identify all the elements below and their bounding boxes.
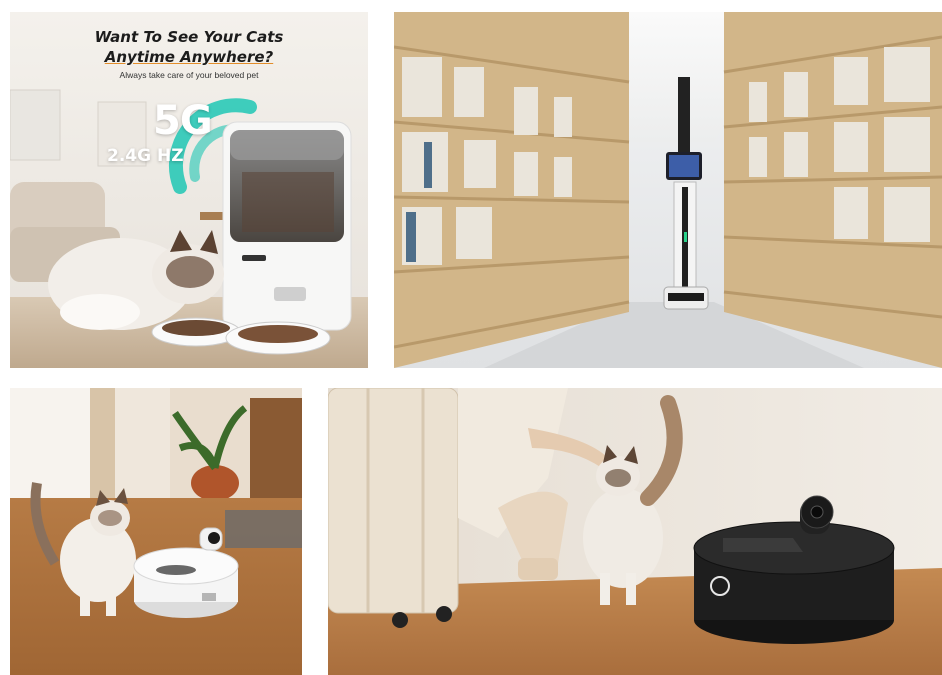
white-feeder-image	[10, 388, 302, 675]
black-feeder-panel	[328, 388, 942, 675]
library-robot-panel	[394, 12, 942, 368]
wifi-24g-label: 2.4G HZ	[107, 146, 184, 166]
ad-subtitle: Always take care of your beloved pet	[119, 70, 259, 80]
wifi-5g-label: 5G	[153, 98, 213, 144]
white-feeder-panel	[10, 388, 302, 675]
black-feeder-image	[328, 388, 942, 675]
ad-title-line2: Anytime Anywhere?	[104, 48, 274, 66]
feeder-ad-panel: Want To See Your Cats Anytime Anywhere? …	[10, 12, 368, 368]
ad-title-line1: Want To See Your Cats	[94, 28, 284, 46]
library-robot-image	[394, 12, 942, 368]
